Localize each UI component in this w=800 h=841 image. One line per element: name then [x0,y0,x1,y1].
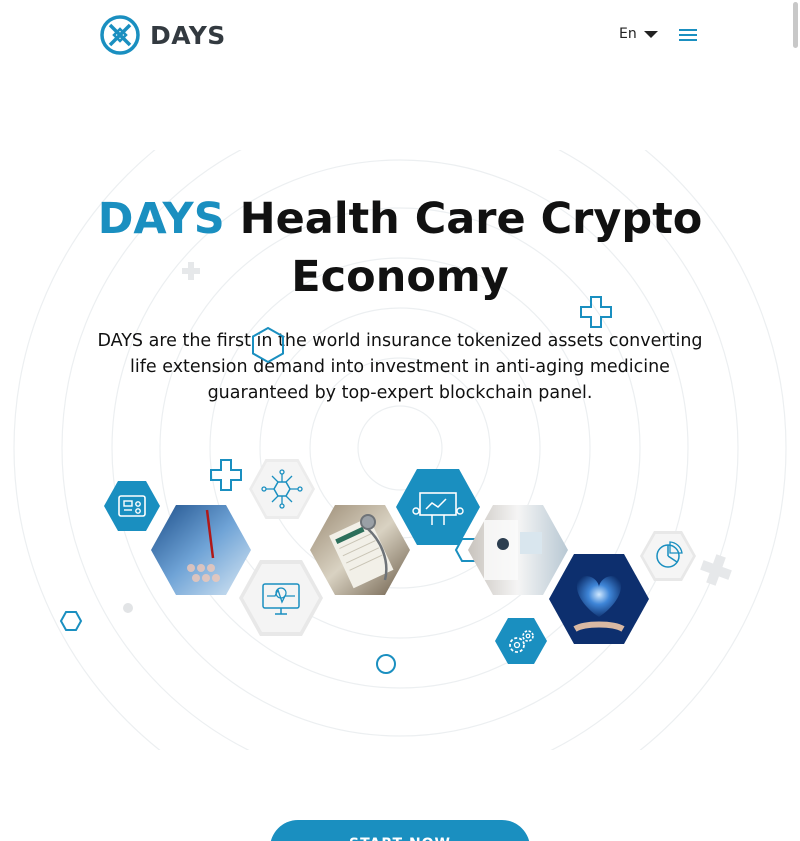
document-stethoscope-photo [310,505,410,595]
gears-icon [495,618,547,664]
hexagon-outline-icon [59,611,83,631]
laboratory-photo [151,505,251,595]
cross-outline-icon [580,296,612,328]
monitor-heartbeat-icon [239,560,323,636]
presentation-icon [396,469,480,545]
doctor-photo [468,505,568,595]
start-now-button[interactable]: START NOW [270,820,530,841]
network-icon [249,459,315,519]
medical-device-icon [104,481,160,531]
pie-chart-icon [640,531,696,581]
heart-hands-photo [549,554,649,644]
page: DAYS En DAYS Health Care Crypto Economy … [0,0,800,841]
hexagon-outline-icon [252,326,284,364]
cross-outline-icon [210,459,242,491]
circle-outline-icon [376,654,396,674]
hero-illustration [59,459,696,674]
